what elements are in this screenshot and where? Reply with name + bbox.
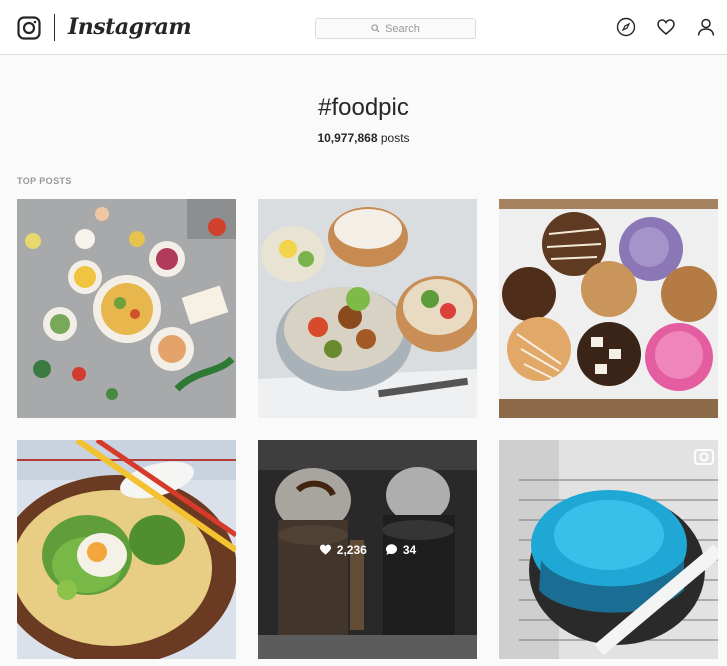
camera-logo-icon[interactable] (17, 16, 41, 40)
post-hover-overlay: 2,236 34 (258, 440, 477, 659)
heart-icon[interactable] (656, 17, 676, 37)
blue-cake-image (499, 440, 718, 659)
search-placeholder: Search (385, 22, 420, 35)
ramen-bowl-image (17, 440, 236, 659)
likes-stat: 2,236 (319, 543, 367, 557)
compass-icon[interactable] (616, 17, 636, 37)
post-count-value: 10,977,868 (317, 131, 378, 145)
top-navbar: Instagram Search (0, 0, 727, 55)
search-icon (371, 24, 380, 33)
likes-count: 2,236 (336, 542, 367, 557)
post-count-suffix: posts (377, 131, 410, 145)
food-flatlay-image (17, 199, 236, 418)
post-thumbnail[interactable]: 2,236 34 (258, 440, 477, 659)
video-camera-icon (694, 449, 714, 465)
heart-filled-icon (319, 544, 331, 555)
comment-bubble-icon (385, 544, 397, 555)
hashtag-title: #foodpic (318, 94, 409, 121)
post-thumbnail[interactable] (17, 199, 236, 418)
bento-lunch-image (258, 199, 477, 418)
post-count: 10,977,868 posts (0, 131, 727, 145)
post-thumbnail[interactable] (499, 199, 718, 418)
post-thumbnail[interactable] (499, 440, 718, 659)
post-thumbnail[interactable] (17, 440, 236, 659)
user-icon[interactable] (696, 17, 716, 37)
comments-stat: 34 (385, 543, 416, 557)
top-posts-label: TOP POSTS (17, 176, 72, 186)
search-input[interactable]: Search (315, 18, 476, 39)
cookies-tray-image (499, 199, 718, 418)
post-thumbnail[interactable] (258, 199, 477, 418)
comments-count: 34 (402, 542, 417, 557)
instagram-wordmark[interactable]: Instagram (68, 14, 192, 40)
logo-divider (54, 14, 55, 41)
